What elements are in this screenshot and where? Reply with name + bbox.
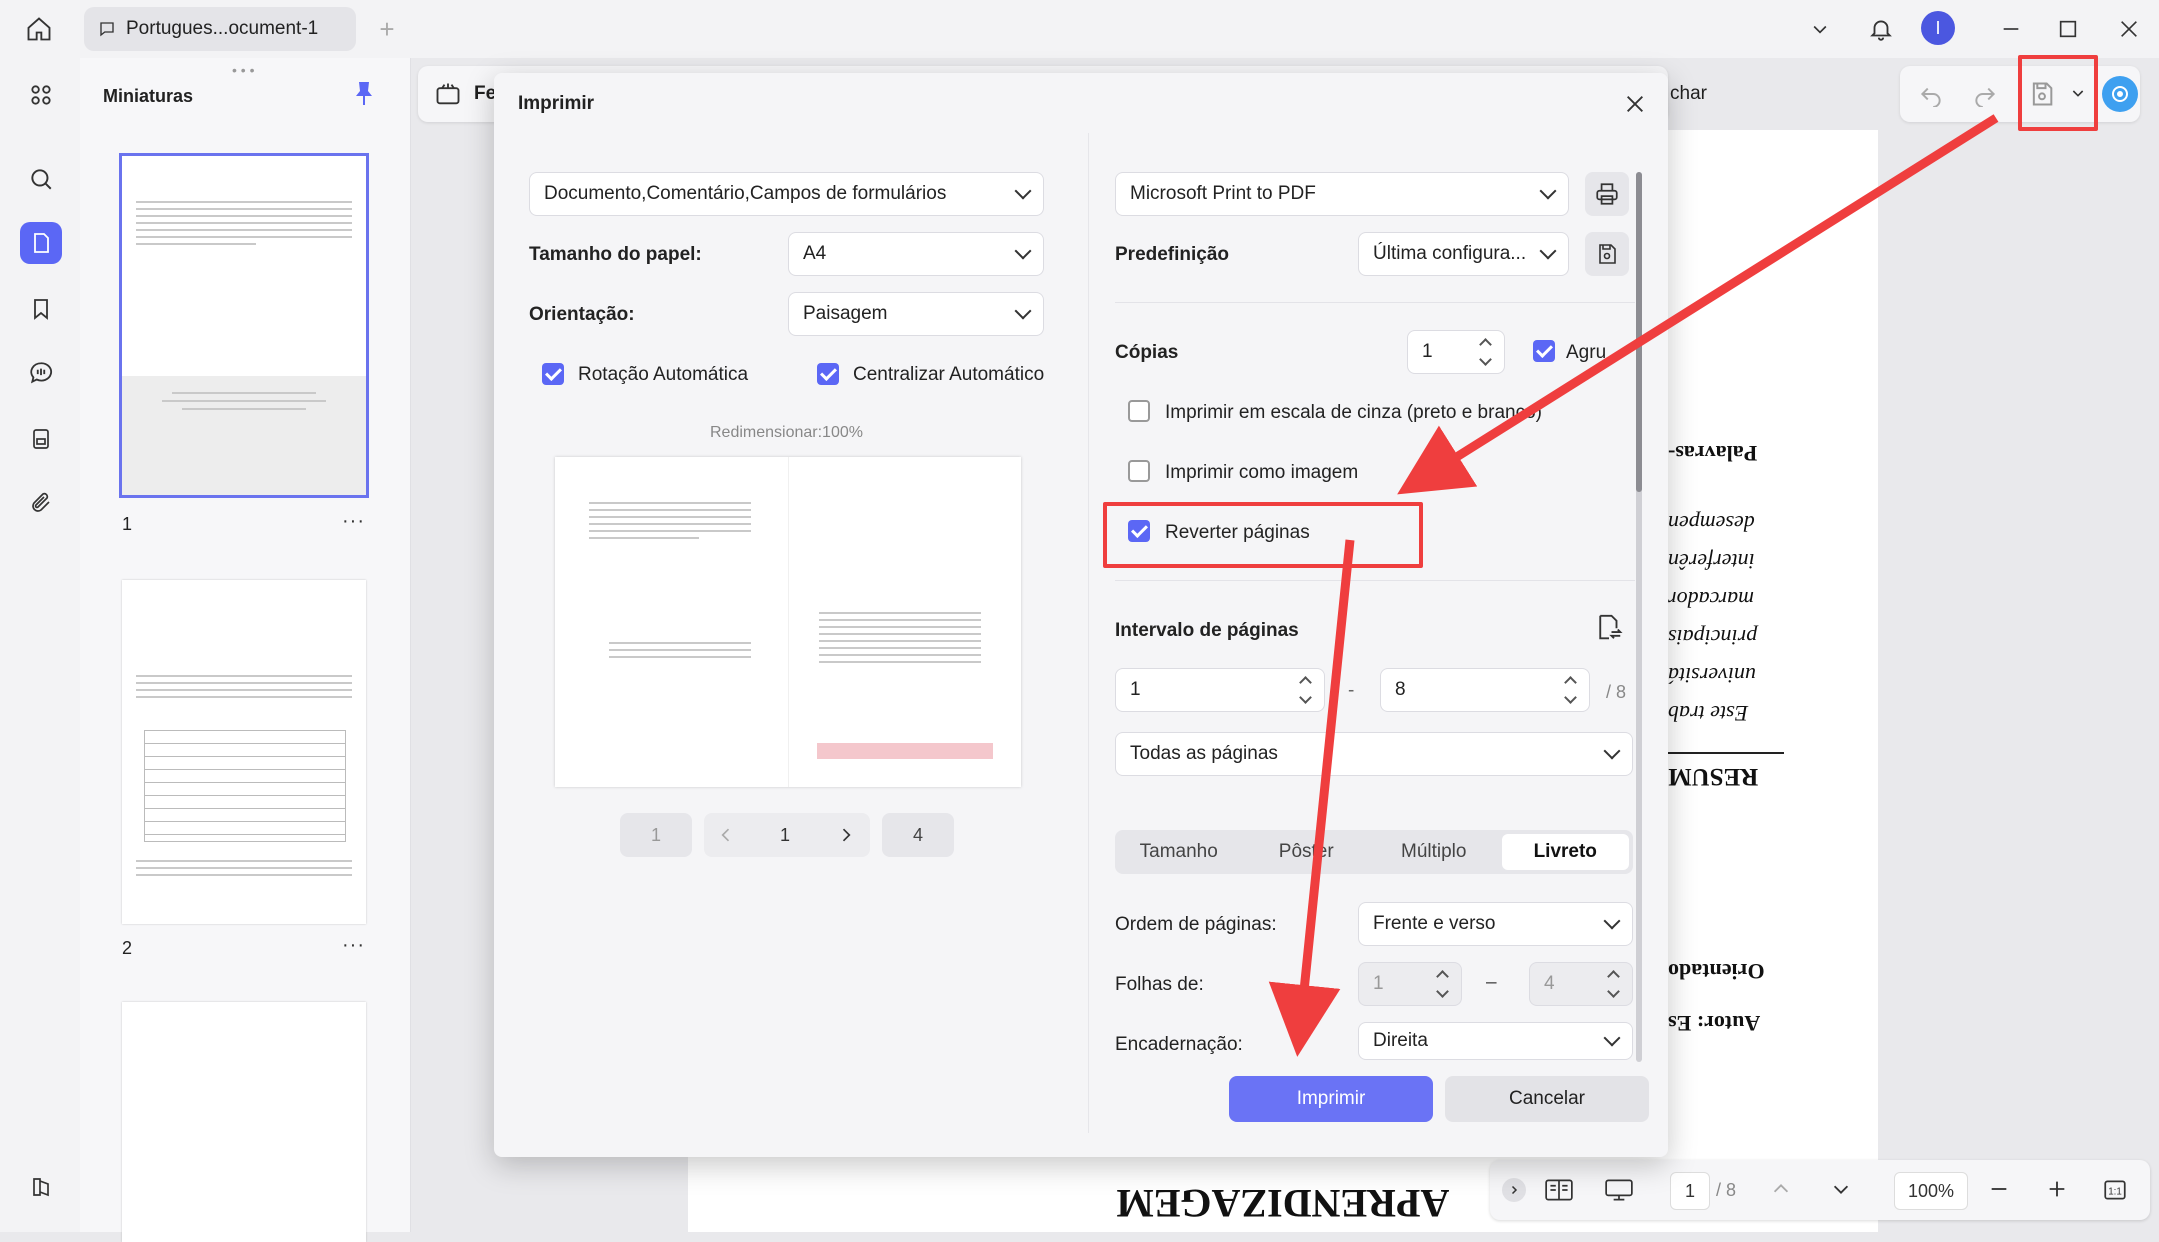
annotation-arrow — [1268, 539, 1355, 1057]
annotation-arrow — [1397, 114, 1999, 495]
annotation-arrows — [1268, 114, 1999, 1057]
